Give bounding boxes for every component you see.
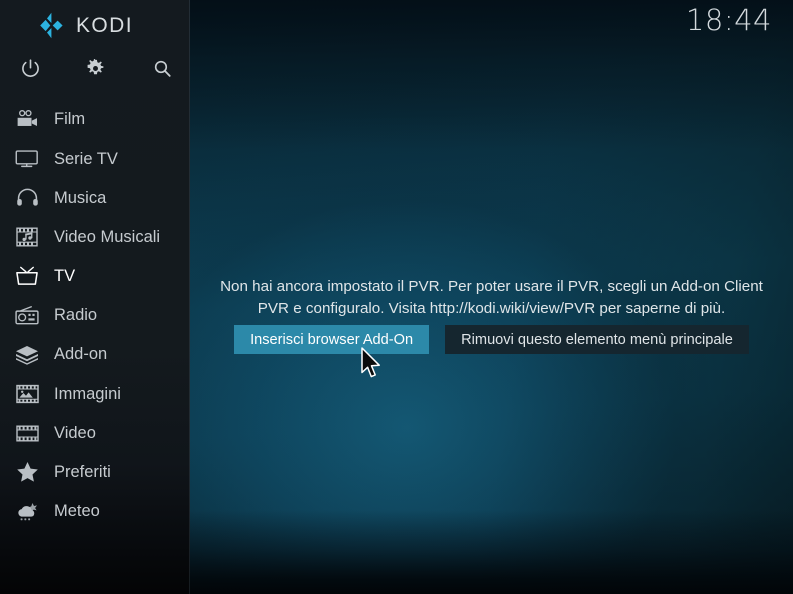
sidebar-item-serie-tv[interactable]: Serie TV <box>0 139 190 178</box>
app-name: KODI <box>76 14 133 37</box>
sidebar-item-add-on[interactable]: Add-on <box>0 335 190 374</box>
weather-cloud-icon <box>12 498 42 524</box>
movie-camera-icon <box>12 107 42 133</box>
sidebar-item-film[interactable]: Film <box>0 100 190 139</box>
sidebar-item-radio[interactable]: Radio <box>0 296 190 335</box>
star-icon <box>12 459 42 485</box>
box-icon <box>12 342 42 368</box>
sidebar: KODI Film Serie TV Musica Video Musicali… <box>0 0 190 594</box>
main-panel: Non hai ancora impostato il PVR. Per pot… <box>190 0 793 594</box>
quick-icon-row <box>0 50 190 86</box>
sidebar-item-video[interactable]: Video <box>0 414 190 453</box>
action-button-row: Inserisci browser Add-On Rimuovi questo … <box>190 325 793 354</box>
sidebar-item-label: Preferiti <box>54 463 111 482</box>
sidebar-item-label: Add-on <box>54 345 108 364</box>
music-video-icon <box>12 224 42 250</box>
television-icon <box>12 263 42 289</box>
sidebar-item-tv[interactable]: TV <box>0 257 190 296</box>
gear-icon[interactable] <box>77 50 113 86</box>
search-icon[interactable] <box>144 50 180 86</box>
insert-addon-browser-button[interactable]: Inserisci browser Add-On <box>234 325 430 354</box>
sidebar-item-label: Radio <box>54 306 98 325</box>
picture-icon <box>12 381 42 407</box>
sidebar-item-meteo[interactable]: Meteo <box>0 492 190 531</box>
remove-main-menu-item-button[interactable]: Rimuovi questo elemento menù principale <box>445 325 749 354</box>
sidebar-item-label: Video Musicali <box>54 227 161 246</box>
pvr-setup-message: Non hai ancora impostato il PVR. Per pot… <box>220 278 763 317</box>
sidebar-item-label: TV <box>54 267 76 286</box>
sidebar-item-label: Immagini <box>54 384 121 403</box>
film-strip-icon <box>12 420 42 446</box>
sidebar-item-immagini[interactable]: Immagini <box>0 374 190 413</box>
sidebar-item-label: Video <box>54 423 96 442</box>
main-menu: Film Serie TV Musica Video Musicali TV R… <box>0 100 190 531</box>
sidebar-item-label: Film <box>54 110 86 129</box>
sidebar-item-preferiti[interactable]: Preferiti <box>0 453 190 492</box>
app-logo: KODI <box>38 12 133 39</box>
sidebar-item-label: Serie TV <box>54 149 118 168</box>
sidebar-item-musica[interactable]: Musica <box>0 178 190 217</box>
sidebar-item-label: Meteo <box>54 502 100 521</box>
headphones-icon <box>12 185 42 211</box>
sidebar-item-label: Musica <box>54 188 107 207</box>
radio-icon <box>12 303 42 329</box>
kodi-logo-icon <box>38 12 65 39</box>
power-icon[interactable] <box>12 50 48 86</box>
sidebar-item-video-musicali[interactable]: Video Musicali <box>0 218 190 257</box>
kodi-window: 18:44 Non hai ancora impostato il PVR. P… <box>0 0 793 594</box>
monitor-icon <box>12 146 42 172</box>
